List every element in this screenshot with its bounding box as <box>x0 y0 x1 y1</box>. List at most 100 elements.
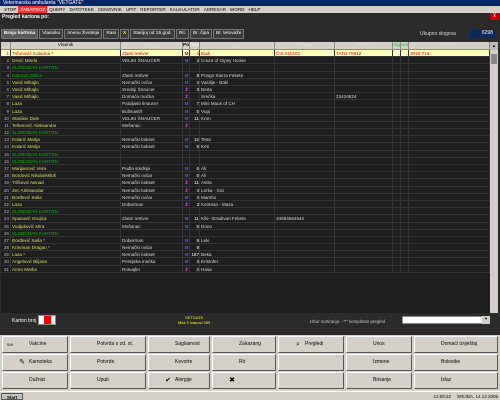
table-row[interactable]: 5 Vasić Mihajlo Nemački ovčar M 4 Vasilije - … <box>1 78 490 86</box>
tab-br-tetovaze[interactable]: Br. tetovaže <box>213 29 245 39</box>
table-row[interactable]: 31 Amro Marko Rotvajler Ž 2 Hasa <box>1 265 490 273</box>
table-row[interactable]: 4 Ivanović Milica Zlatni retriver M 9 Pongo S… <box>1 71 490 79</box>
izmene-button[interactable]: Izmene <box>346 354 412 371</box>
col-alg[interactable]: Alg <box>393 42 401 49</box>
table-row[interactable]: 19 Trifković Nenad Nemački bokser Ž 11 Astra <box>1 179 490 187</box>
start-button[interactable]: Start <box>1 393 23 400</box>
menu-item-upit[interactable]: UPIT <box>124 6 138 13</box>
ro-button[interactable]: Rö <box>212 354 276 371</box>
table-row[interactable]: 9 Laza Bullmastif M 5 Vupi <box>1 107 490 115</box>
blank-b-button[interactable] <box>278 372 344 389</box>
domaci-izvjestaj-button[interactable]: Domaći izvještaj <box>414 336 498 353</box>
kevorte-button[interactable]: Kevorte <box>148 354 210 371</box>
table-row[interactable]: 12 SLOBODAN KARTON <box>1 129 490 137</box>
alg-cell <box>393 129 401 136</box>
potvrde-button[interactable]: Potvrde <box>70 354 146 371</box>
brisanje-button[interactable]: Brisanje <box>346 372 412 389</box>
menu-item-datoteke[interactable]: DATOTEKE <box>67 6 95 13</box>
alergije-button[interactable]: ✔ Alergije <box>148 372 210 389</box>
col-tet-br[interactable]: Tet. br. <box>335 42 393 49</box>
uputi-button[interactable]: Uputi <box>70 372 146 389</box>
izlaz-button[interactable]: Izlaz <box>414 372 498 389</box>
table-row[interactable]: 14 Kolarić Marija Nemački bokser M 9 Keti <box>1 143 490 151</box>
button-icon: ✔ <box>165 377 171 384</box>
col-br-cipa[interactable]: Br. čipa <box>275 42 335 49</box>
menu-item-kalkulator[interactable]: KALKULATOR <box>168 6 202 13</box>
table-row[interactable]: 8 Laza Patuljasti šnaucer M 7 Mini Maus of CH <box>1 100 490 108</box>
table-row[interactable]: 16 SLOBODAN KARTON <box>1 157 490 165</box>
name-cell <box>200 129 275 136</box>
chip-cell <box>275 244 335 251</box>
table-row[interactable]: 18 Bordović Nikola/Miloš Nemački ovčar M 5 Al… <box>1 172 490 180</box>
bolestke-button[interactable]: Bolestke <box>414 354 498 371</box>
col-amz[interactable]: Amz <box>401 42 409 49</box>
table-row[interactable]: 1 Trifunović Katarina * Zlatni retriver M 5 B… <box>1 50 490 58</box>
unos-button[interactable]: Unos <box>346 336 412 353</box>
table-row[interactable]: 10 Stanilov Dule VELIKI ŠNAUCER M 11 Kron <box>1 114 490 122</box>
col-rasa[interactable]: Rasa <box>121 42 183 49</box>
breed-cell <box>121 150 183 157</box>
potvrda-zd-button[interactable]: Potvrda o zd. st. <box>70 336 146 353</box>
col-telefon[interactable]: Telefon <box>409 42 490 49</box>
row-number: 15 <box>1 150 11 157</box>
close-button[interactable]: X <box>490 13 499 20</box>
karnoteka-button[interactable]: ✎ Karnoteka <box>2 354 68 371</box>
table-row[interactable]: 24 Spasović Grujica Zlatni retriver M 11 Kiki… <box>1 215 490 223</box>
saglasnost-button[interactable]: Saglasnost <box>148 336 210 353</box>
scrollbar-thumb[interactable] <box>491 54 497 64</box>
menu-item-highlighted[interactable]: ŽABAPROZ <box>18 6 48 13</box>
col-vlasnik[interactable]: Vlasnik <box>11 42 121 49</box>
breed-cell: Nemački ovčar <box>121 172 183 179</box>
table-row[interactable]: 26 SLOBODAN KARTON <box>1 229 490 237</box>
tab-rasi[interactable]: Rasi <box>103 29 119 39</box>
menu-item-word[interactable]: WORD <box>228 6 247 13</box>
vakcine-button[interactable]: SHI Vakcine <box>2 336 68 353</box>
table-row[interactable]: 27 Đorđević Saša * Doberman M 9 Leki <box>1 236 490 245</box>
menu-item-cenovnik[interactable]: CENOVNIK <box>96 6 124 13</box>
col-rbr[interactable]: Rbr. <box>1 42 11 49</box>
menu-item-help[interactable]: HELP <box>246 6 262 13</box>
table-row[interactable]: 23 SLOBODAN KARTON <box>1 208 490 216</box>
cancel-button[interactable]: ✖ <box>212 372 276 389</box>
table-row[interactable]: 15 SLOBODAN KARTON <box>1 150 490 158</box>
table-row[interactable]: 28 Kravman Dragan * Nemački ovčar M 9 <box>1 244 490 252</box>
table-row[interactable]: 17 Marijanović Vera Pudla srednja M 6 Ali <box>1 165 490 173</box>
tab-imenu-zivotinje[interactable]: Imenu životinje <box>64 29 103 39</box>
menu-item-stop[interactable]: STOP <box>2 6 18 13</box>
table-row[interactable]: 25 Vudjaković Mira Mešanac M 5 Dono <box>1 222 490 230</box>
sort-selection-input[interactable] <box>402 316 490 324</box>
table-row[interactable]: 11 Tešanović Aleksandar Mešanac Ž <box>1 121 490 130</box>
col-god[interactable]: God. <box>190 42 200 49</box>
table-row[interactable]: 20 Zec Aleksandar Nemački bokser Ž 4 Lorka - … <box>1 186 490 194</box>
tab-br-cipa[interactable]: Br. čipa <box>190 29 213 39</box>
tab-x[interactable]: X <box>119 29 130 39</box>
blank-a-button[interactable] <box>278 354 344 371</box>
table-row[interactable]: 29 Laza * Nemački bokser M 187 Beka <box>1 251 490 259</box>
menu-item-query[interactable]: QUERY <box>47 6 67 13</box>
alg-cell <box>393 244 401 251</box>
pregledi-button[interactable]: ⌕ Pregledi <box>278 336 344 353</box>
zakazano-button[interactable]: Zakazang <box>212 336 276 353</box>
vertical-scrollbar[interactable]: ▲ ▼ <box>490 42 498 325</box>
col-pol[interactable]: Pol <box>183 42 190 49</box>
table-row[interactable]: 22 Laza Doberman Ž 3 Kentesa - Maza <box>1 200 490 209</box>
table-row[interactable]: 7 Vasić Mihajlo Domaća mačka Ž Srećka 2342462… <box>1 93 490 101</box>
sort-dropdown-icon[interactable]: ▼ <box>482 316 490 324</box>
table-row[interactable]: 3 SLOBODAN KARTON <box>1 64 490 72</box>
table-row[interactable]: 21 Đorđević Saša Nemački ovčar M 4 Mambo <box>1 193 490 201</box>
tab-broj-kartona[interactable]: Broju kartona <box>1 29 39 39</box>
tab-starijoj[interactable]: Starijoj od 15 god. <box>130 29 175 39</box>
scroll-up-icon[interactable]: ▲ <box>490 42 498 50</box>
tab-rit[interactable]: Rit. <box>175 29 190 39</box>
tab-vlasniku[interactable]: Vlasniku <box>39 29 64 39</box>
breed-cell: Nemački ovčar <box>121 244 183 251</box>
menu-item-reporter[interactable]: REPORTER <box>138 6 167 13</box>
table-row[interactable]: 30 Angelović Biljana Persijska mačka M 3 Kris… <box>1 258 490 266</box>
phone-cell <box>409 136 490 143</box>
menu-item-adresar[interactable]: ADRESAR <box>202 6 228 13</box>
table-row[interactable]: 2 Dević Mirela VELIKI ŠNAUCER M 4 Count of Gi… <box>1 57 490 65</box>
duznici-button[interactable]: Dužnici <box>2 372 68 389</box>
col-ime[interactable]: Ime <box>200 42 275 49</box>
table-row[interactable]: 6 Vasić Mihajlo Srednji Šnaucer Ž 3 Berta <box>1 85 490 94</box>
table-row[interactable]: 13 Kolarić Marija Nemački bokser M 12 Tesa <box>1 136 490 144</box>
